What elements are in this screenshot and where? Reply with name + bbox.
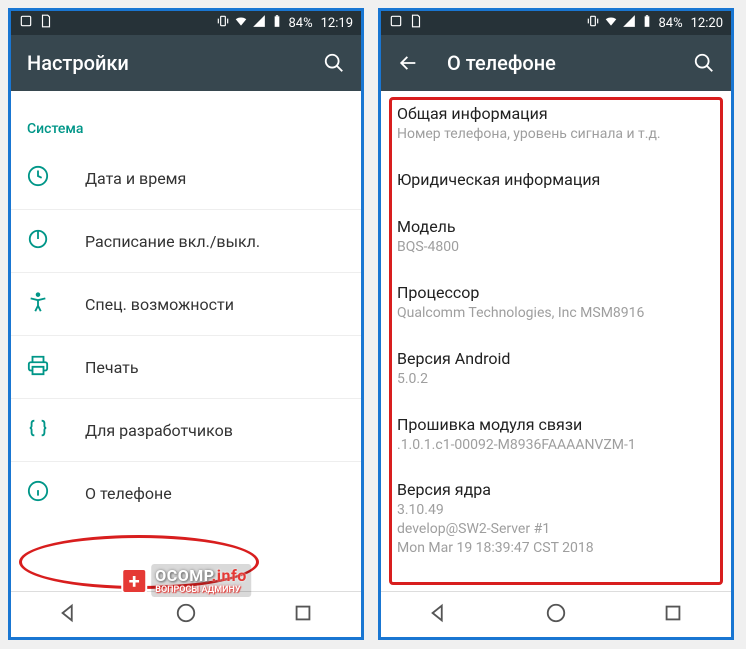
status-bar: 84% 12:20: [381, 11, 731, 35]
section-header-system: Система: [11, 91, 361, 147]
battery-percent: 84%: [658, 16, 682, 31]
app-title: Настройки: [27, 51, 129, 75]
search-button[interactable]: [323, 52, 345, 74]
print-icon: [27, 354, 49, 380]
info-title: Общая информация: [397, 104, 715, 123]
sd-icon: [409, 14, 423, 32]
signal-icon: [252, 14, 266, 32]
info-title: Процессор: [397, 283, 715, 302]
item-about-phone[interactable]: О телефоне: [11, 462, 361, 524]
battery-icon: [640, 14, 654, 32]
app-bar: О телефоне: [381, 35, 731, 91]
settings-list: Система Дата и время Расписание вкл./вык…: [11, 91, 361, 591]
clock: 12:20: [691, 16, 723, 31]
info-sub: Qualcomm Technologies, Inc MSM8916: [397, 304, 715, 323]
battery-percent: 84%: [288, 16, 312, 31]
recent-button[interactable]: [662, 602, 684, 628]
wifi-icon: [604, 14, 618, 32]
back-button[interactable]: [428, 602, 450, 628]
nav-bar: [381, 591, 731, 637]
item-label: Дата и время: [85, 169, 186, 188]
back-arrow[interactable]: [397, 52, 419, 74]
phone-right: 84% 12:20 О телефоне Общая информация Но…: [378, 8, 734, 640]
about-list: Общая информация Номер телефона, уровень…: [381, 91, 731, 591]
item-legal[interactable]: Юридическая информация: [397, 157, 715, 204]
info-sub: 3.10.49 develop@SW2-Server #1 Mon Mar 19…: [397, 501, 715, 558]
accessibility-icon: [27, 291, 49, 317]
info-sub: 5.0.2: [397, 370, 715, 389]
info-title: Юридическая информация: [397, 170, 715, 189]
vibrate-icon: [216, 14, 230, 32]
item-label: Расписание вкл./выкл.: [85, 232, 260, 251]
wifi-icon: [234, 14, 248, 32]
nav-bar: [11, 591, 361, 637]
item-general-info[interactable]: Общая информация Номер телефона, уровень…: [397, 91, 715, 157]
info-sub: .1.0.1.c1-00092-M8936FAAAANVZM-1: [397, 436, 715, 455]
back-button[interactable]: [58, 602, 80, 628]
clock: 12:19: [321, 16, 353, 31]
info-title: Версия Android: [397, 349, 715, 368]
item-processor[interactable]: Процессор Qualcomm Technologies, Inc MSM…: [397, 270, 715, 336]
info-sub: Номер телефона, уровень сигнала и т.д.: [397, 125, 715, 144]
item-developer[interactable]: Для разработчиков: [11, 399, 361, 462]
app-bar: Настройки: [11, 35, 361, 91]
search-button[interactable]: [693, 52, 715, 74]
item-model[interactable]: Модель BQS-4800: [397, 204, 715, 270]
item-print[interactable]: Печать: [11, 336, 361, 399]
home-button[interactable]: [545, 602, 567, 628]
item-date-time[interactable]: Дата и время: [11, 147, 361, 210]
info-sub: BQS-4800: [397, 238, 715, 257]
item-label: О телефоне: [85, 484, 172, 503]
info-title: Прошивка модуля связи: [397, 415, 715, 434]
item-android-version[interactable]: Версия Android 5.0.2: [397, 336, 715, 402]
braces-icon: [27, 417, 49, 443]
item-baseband[interactable]: Прошивка модуля связи .1.0.1.c1-00092-M8…: [397, 402, 715, 468]
phone-left: 84% 12:19 Настройки Система Дата и время…: [8, 8, 364, 640]
screenshot-icon: [19, 14, 33, 32]
info-icon: [27, 480, 49, 506]
signal-icon: [622, 14, 636, 32]
vibrate-icon: [586, 14, 600, 32]
item-label: Для разработчиков: [85, 421, 233, 440]
battery-icon: [270, 14, 284, 32]
item-label: Спец. возможности: [85, 295, 234, 314]
app-title: О телефоне: [447, 51, 556, 75]
sd-icon: [39, 14, 53, 32]
item-label: Печать: [85, 358, 139, 377]
status-bar: 84% 12:19: [11, 11, 361, 35]
clock-icon: [27, 165, 49, 191]
power-icon: [27, 228, 49, 254]
item-power-schedule[interactable]: Расписание вкл./выкл.: [11, 210, 361, 273]
item-accessibility[interactable]: Спец. возможности: [11, 273, 361, 336]
watermark-plus-icon: +: [121, 568, 147, 594]
info-title: Версия ядра: [397, 480, 715, 499]
watermark: + OCOMP.info ВОПРОСЫ АДМИНУ: [121, 564, 251, 597]
recent-button[interactable]: [292, 602, 314, 628]
info-title: Модель: [397, 217, 715, 236]
screenshot-icon: [389, 14, 403, 32]
item-kernel[interactable]: Версия ядра 3.10.49 develop@SW2-Server #…: [397, 467, 715, 571]
home-button[interactable]: [175, 602, 197, 628]
